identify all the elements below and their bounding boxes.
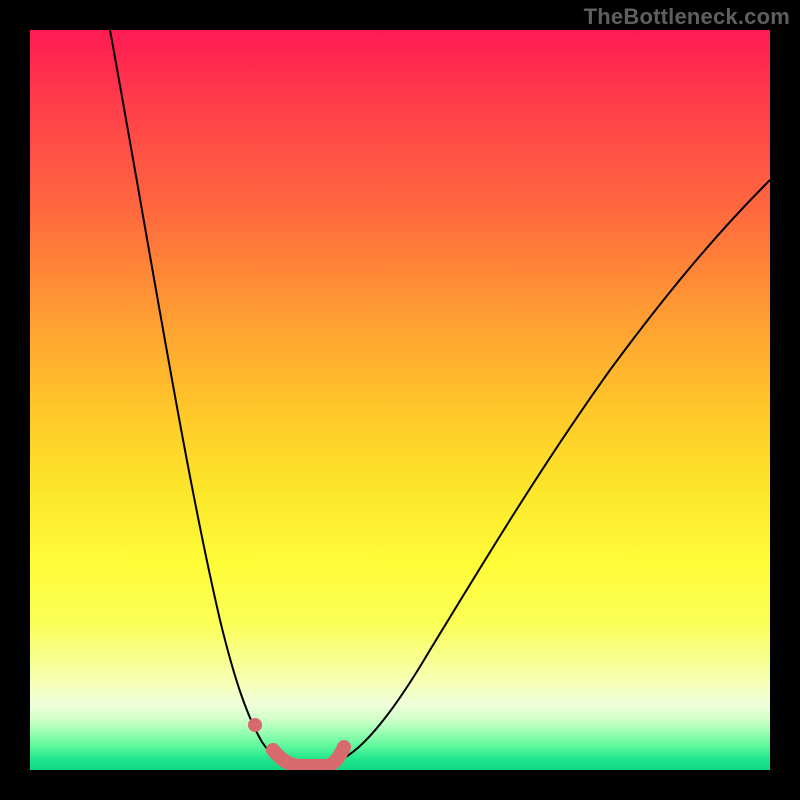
chart-plot-area: [30, 30, 770, 770]
marker-dot: [248, 718, 262, 732]
watermark-label: TheBottleneck.com: [584, 4, 790, 30]
curve-left: [110, 30, 280, 761]
marker-trough: [273, 747, 344, 766]
chart-curves: [30, 30, 770, 770]
curve-right: [338, 180, 770, 761]
